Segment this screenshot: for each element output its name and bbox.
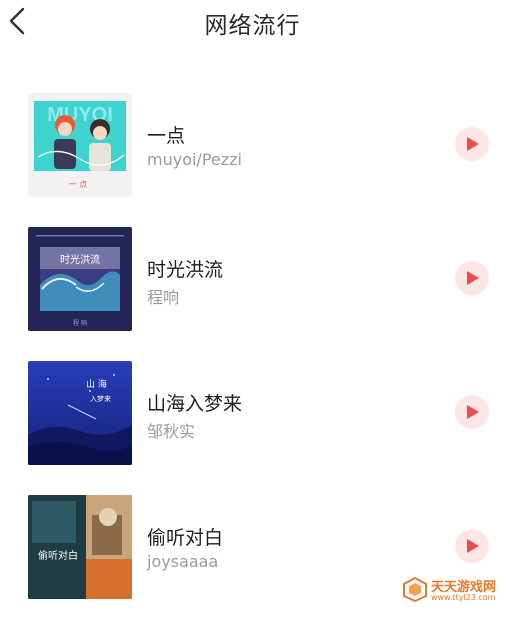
- play-button[interactable]: [455, 395, 489, 429]
- watermark-url: www.ttyl23.com: [431, 593, 496, 602]
- svg-text:入梦来: 入梦来: [90, 395, 111, 403]
- play-button[interactable]: [455, 261, 489, 295]
- song-row[interactable]: 时光洪流 程 响 时光洪流 程响: [0, 227, 505, 361]
- play-button[interactable]: [455, 529, 489, 563]
- watermark-logo-icon: [403, 576, 427, 602]
- album-cover: 山 海 入梦来: [28, 361, 132, 465]
- play-button[interactable]: [455, 127, 489, 161]
- play-icon: [467, 137, 479, 151]
- svg-text:程 响: 程 响: [73, 319, 87, 327]
- song-artist: muyoi/Pezzi: [147, 150, 242, 169]
- album-cover: 偷听对白: [28, 495, 132, 599]
- song-title: 时光洪流: [147, 259, 224, 281]
- play-icon: [467, 405, 479, 419]
- song-row[interactable]: 山 海 入梦来 山海入梦来 邹秋实: [0, 361, 505, 495]
- song-list: MUYOI 一 点 一点 muyoi/Pezzi 时光洪流 程 响 时光洪流 程…: [0, 93, 505, 629]
- song-title: 山海入梦来: [147, 393, 243, 415]
- song-title: 一点: [147, 125, 186, 147]
- play-icon: [467, 271, 479, 285]
- song-artist: 邹秋实: [147, 422, 196, 441]
- album-cover: MUYOI 一 点: [28, 93, 132, 197]
- play-icon: [467, 539, 479, 553]
- song-title: 偷听对白: [147, 527, 224, 549]
- cover-label: 时光洪流: [60, 253, 100, 266]
- album-cover: 时光洪流 程 响: [28, 227, 132, 331]
- page-title: 网络流行: [204, 13, 301, 39]
- song-row[interactable]: 偷听对白 偷听对白 joysaaaa: [0, 495, 505, 629]
- svg-text:一 点: 一 点: [69, 180, 88, 189]
- watermark: 天天游戏网 www.ttyl23.com: [402, 573, 502, 607]
- song-row[interactable]: MUYOI 一 点 一点 muyoi/Pezzi: [0, 93, 505, 227]
- svg-text:山 海: 山 海: [86, 378, 107, 390]
- song-artist: joysaaaa: [147, 552, 219, 571]
- header-bar: 网络流行: [0, 0, 505, 46]
- song-artist: 程响: [147, 288, 180, 307]
- cover-label: 偷听对白: [38, 549, 78, 562]
